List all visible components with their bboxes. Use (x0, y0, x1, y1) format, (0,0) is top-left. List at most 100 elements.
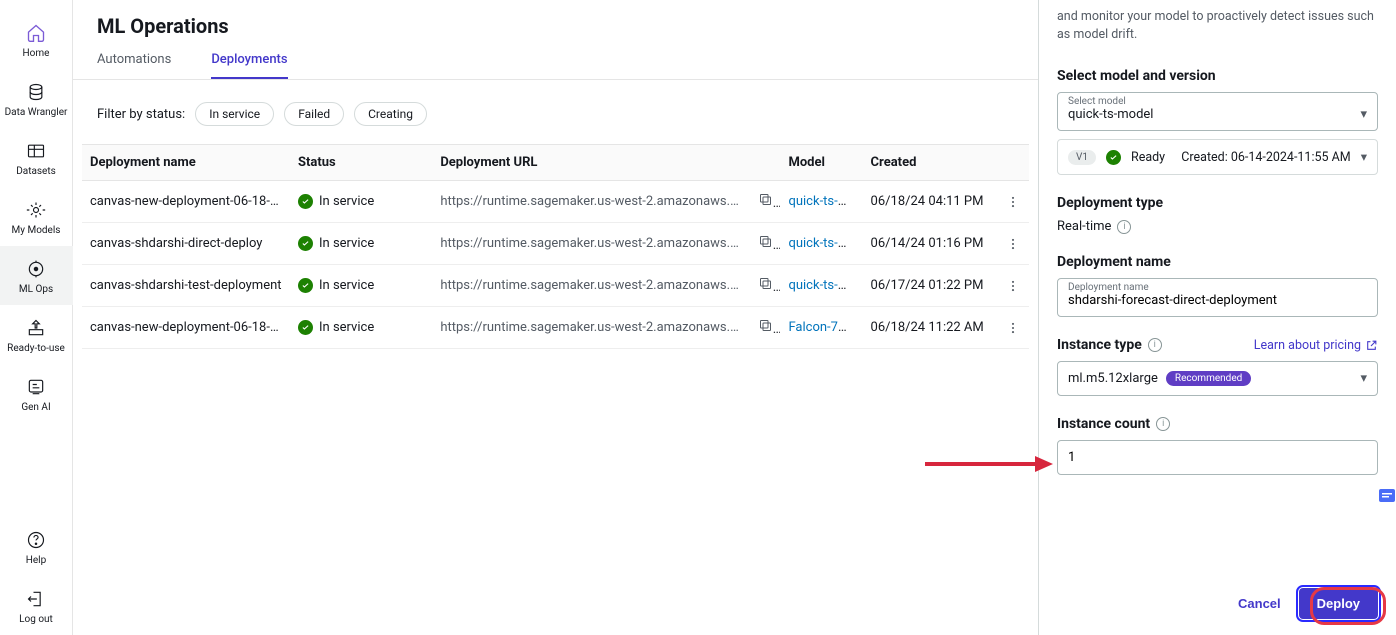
nav-home[interactable]: Home (0, 10, 73, 69)
copy-icon[interactable] (758, 276, 773, 291)
th-model[interactable]: Model (780, 145, 862, 181)
cell-status: In service (290, 223, 432, 265)
select-model-heading: Select model and version (1057, 68, 1378, 84)
cell-copy (750, 223, 781, 265)
home-icon (25, 22, 47, 44)
cell-created: 06/18/24 04:11 PM (863, 181, 997, 223)
th-created[interactable]: Created (863, 145, 997, 181)
cell-model: quick-ts-mode (780, 181, 862, 223)
model-select[interactable]: Select model quick-ts-model ▾ (1057, 92, 1378, 131)
nav-label: Gen AI (21, 402, 50, 413)
nav-label: Data Wrangler (5, 107, 68, 118)
cell-status: In service (290, 307, 432, 349)
recommended-badge: Recommended (1166, 371, 1251, 386)
wrangler-icon (25, 81, 47, 103)
cell-actions (996, 181, 1029, 223)
table-row[interactable]: canvas-new-deployment-06-18-20… In servi… (82, 307, 1029, 349)
tabs: Automations Deployments (73, 38, 1038, 80)
datasets-icon (25, 140, 47, 162)
tab-deployments[interactable]: Deployments (211, 52, 287, 79)
filter-label: Filter by status: (97, 107, 185, 122)
nav-ready-to-use[interactable]: Ready-to-use (0, 305, 73, 364)
model-version-row[interactable]: V1 Ready Created: 06-14-2024-11:55 AM ▾ (1057, 139, 1378, 175)
cell-model: quick-ts-mode (780, 223, 862, 265)
chip-failed[interactable]: Failed (284, 102, 344, 126)
info-icon[interactable]: i (1117, 220, 1131, 234)
status-check-icon (298, 320, 313, 335)
instance-count-input[interactable] (1068, 450, 1367, 465)
copy-icon[interactable] (758, 192, 773, 207)
deployment-name-heading: Deployment name (1057, 254, 1378, 270)
deploy-panel: and monitor your model to proactively de… (1038, 0, 1396, 635)
nav-my-models[interactable]: My Models (0, 187, 73, 246)
nav-label: Help (26, 555, 46, 566)
nav-gen-ai[interactable]: Gen AI (0, 364, 73, 423)
cell-model: Falcon-7B-Inst (780, 307, 862, 349)
chevron-down-icon: ▾ (1360, 371, 1367, 386)
deployment-name-input[interactable] (1068, 293, 1367, 308)
ready-icon (25, 317, 47, 339)
nav-help[interactable]: Help (0, 517, 73, 576)
th-status[interactable]: Status (290, 145, 432, 181)
deploy-button[interactable]: Deploy (1299, 588, 1378, 619)
table-row[interactable]: canvas-new-deployment-06-18-20… In servi… (82, 181, 1029, 223)
learn-pricing-link[interactable]: Learn about pricing (1254, 338, 1378, 353)
instance-count-heading: Instance count (1057, 416, 1150, 432)
table-row[interactable]: canvas-shdarshi-direct-deploy In service… (82, 223, 1029, 265)
cell-actions (996, 307, 1029, 349)
row-actions-button[interactable] (1004, 195, 1021, 209)
deployment-name-field[interactable]: Deployment name (1057, 278, 1378, 317)
model-link[interactable]: quick-ts-mode (788, 194, 862, 209)
chevron-down-icon: ▾ (1361, 149, 1367, 165)
deployment-type-value: Real-time (1057, 219, 1111, 234)
cell-name: canvas-new-deployment-06-18-20… (82, 181, 290, 223)
th-name[interactable]: Deployment name (82, 145, 290, 181)
nav-datasets[interactable]: Datasets (0, 128, 73, 187)
info-icon[interactable]: i (1156, 417, 1170, 431)
cancel-button[interactable]: Cancel (1238, 596, 1281, 611)
external-link-icon (1365, 339, 1378, 352)
status-check-icon (298, 278, 313, 293)
model-link[interactable]: quick-ts-mode (788, 236, 862, 251)
chip-in-service[interactable]: In service (195, 102, 274, 126)
copy-icon[interactable] (758, 234, 773, 249)
deployment-name-label: Deployment name (1068, 282, 1149, 293)
nav-label: Ready-to-use (7, 343, 65, 354)
deployments-table: Deployment name Status Deployment URL Mo… (82, 144, 1029, 349)
chat-bubble-icon (1378, 488, 1396, 506)
logout-icon (25, 588, 47, 610)
nav-label: My Models (12, 225, 61, 236)
nav-label: ML Ops (19, 284, 53, 295)
cell-copy (750, 307, 781, 349)
mlops-icon (25, 258, 47, 280)
main-content: ML Operations Automations Deployments Fi… (73, 0, 1038, 635)
instance-type-value: ml.m5.12xlarge (1068, 371, 1158, 386)
th-url[interactable]: Deployment URL (432, 145, 780, 181)
copy-icon[interactable] (758, 318, 773, 333)
cell-url: https://runtime.sagemaker.us-west-2.amaz… (432, 181, 749, 223)
info-icon[interactable]: i (1148, 338, 1162, 352)
tab-automations[interactable]: Automations (97, 52, 171, 79)
table-row[interactable]: canvas-shdarshi-test-deployment In servi… (82, 265, 1029, 307)
cell-created: 06/14/24 01:16 PM (863, 223, 997, 265)
row-actions-button[interactable] (1004, 321, 1021, 335)
nav-ml-ops[interactable]: ML Ops (0, 246, 73, 305)
filter-bar: Filter by status: In service Failed Crea… (73, 80, 1038, 144)
chip-creating[interactable]: Creating (354, 102, 427, 126)
nav-data-wrangler[interactable]: Data Wrangler (0, 69, 73, 128)
cell-actions (996, 265, 1029, 307)
cell-model: quick-ts-mode (780, 265, 862, 307)
row-actions-button[interactable] (1004, 237, 1021, 251)
mymodels-icon (25, 199, 47, 221)
cell-url: https://runtime.sagemaker.us-west-2.amaz… (432, 223, 749, 265)
nav-logout[interactable]: Log out (0, 576, 73, 635)
nav-label: Home (23, 48, 50, 59)
version-status: Ready (1131, 150, 1165, 165)
instance-count-field[interactable] (1057, 440, 1378, 475)
row-actions-button[interactable] (1004, 279, 1021, 293)
cell-status: In service (290, 265, 432, 307)
model-link[interactable]: quick-ts-mode (788, 278, 862, 293)
model-link[interactable]: Falcon-7B-Inst (788, 320, 862, 335)
instance-type-select[interactable]: ml.m5.12xlarge Recommended ▾ (1057, 361, 1378, 396)
help-icon (25, 529, 47, 551)
